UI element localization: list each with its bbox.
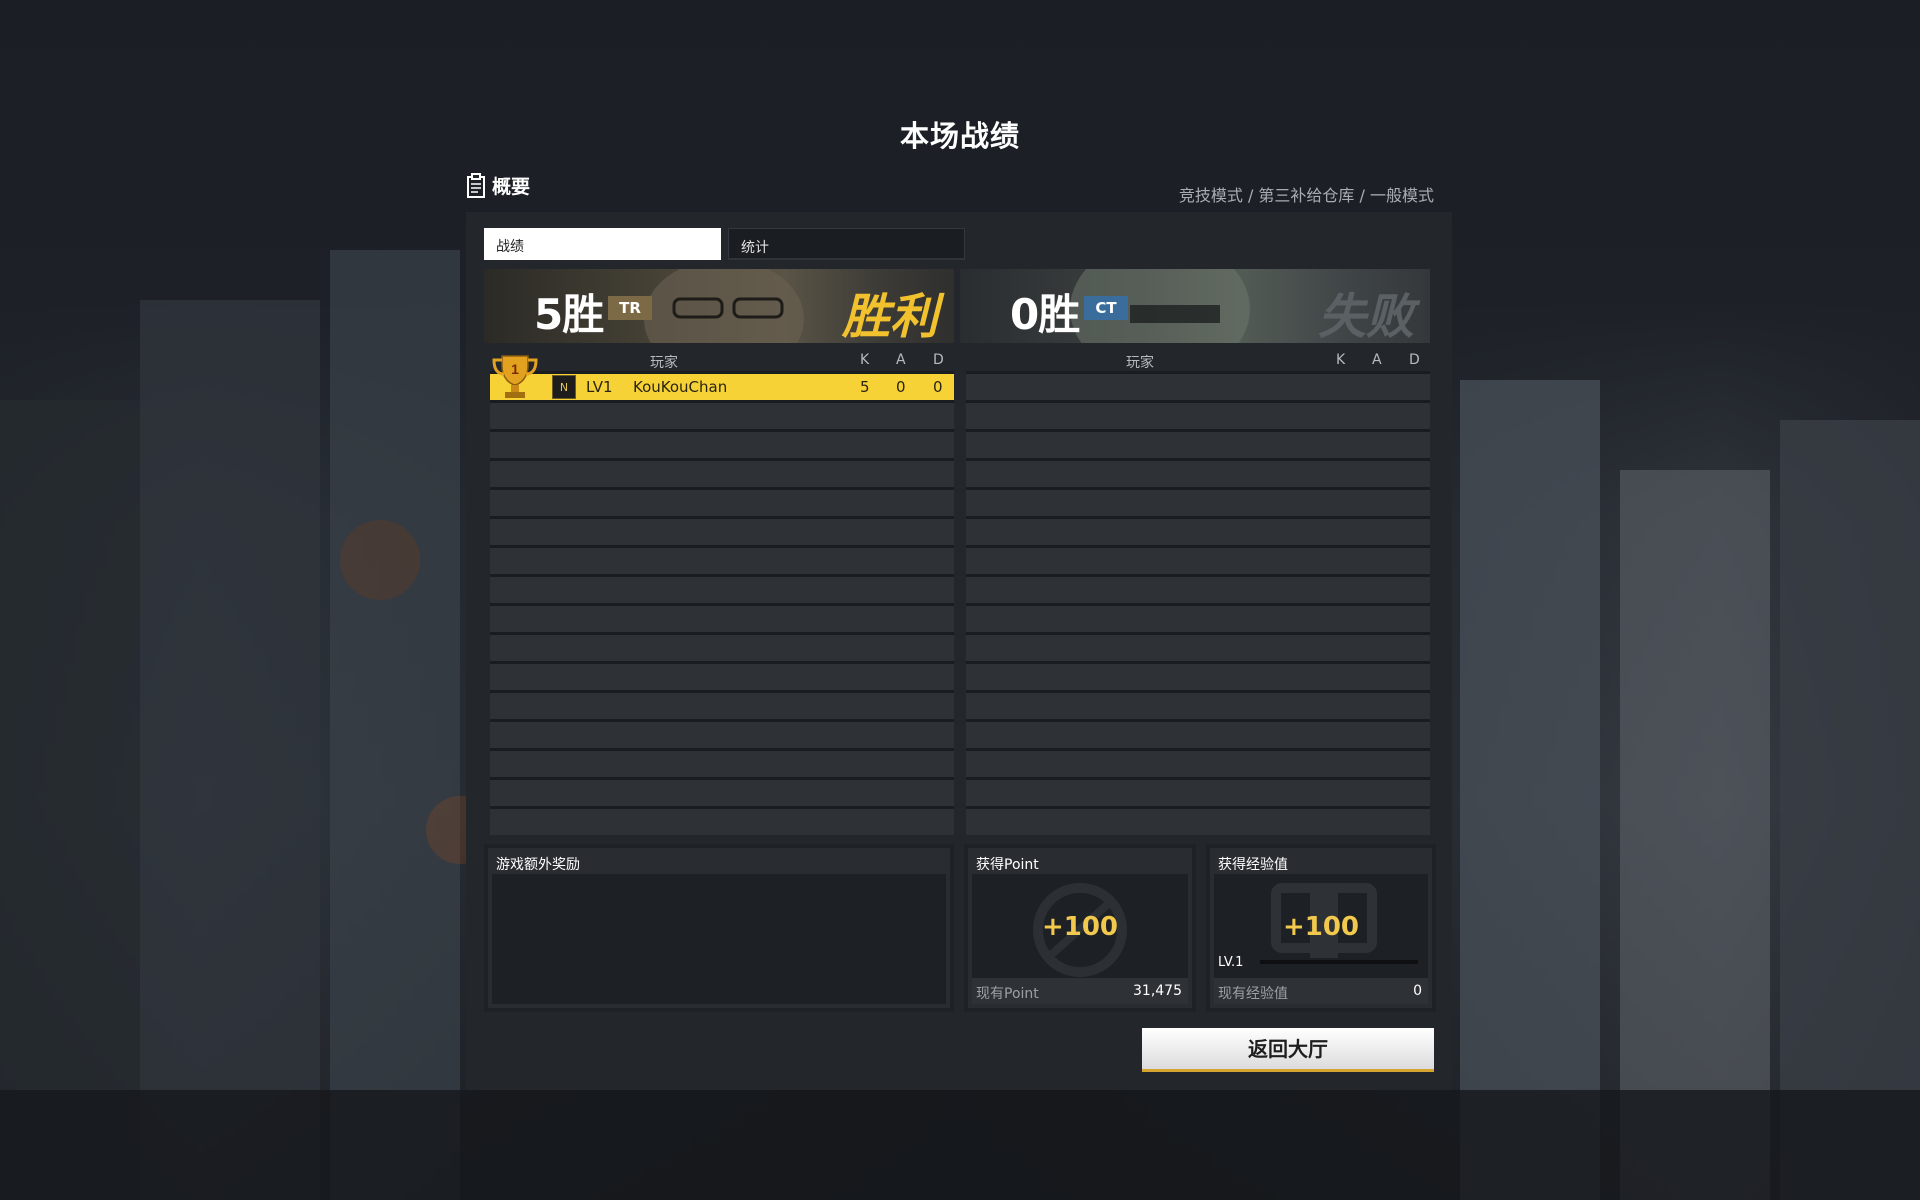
ct-wins: 0胜 [1010,290,1080,339]
mode-breadcrumb: 竞技模式 / 第三补给仓库 / 一般模式 [1178,186,1434,205]
col-deaths: D [1409,352,1420,368]
empty-slot [966,490,1430,516]
empty-slot [490,461,954,487]
empty-slot [490,432,954,458]
tab-record[interactable]: 战绩 [484,228,721,260]
ct-roster: 玩家 K A D [966,349,1430,838]
exp-current-row: 现有经验值 0 [1214,978,1428,1004]
summary-label: 概要 [492,176,531,198]
tab-statistics[interactable]: 统计 [728,228,965,260]
bonus-content [492,874,946,1004]
summary-heading: 概要 [466,172,530,199]
tr-team-banner: 5胜 TR 胜利 [484,269,954,343]
roster-header: 玩家 K A D [490,349,954,371]
empty-slot [490,490,954,516]
points-current-row: 现有Point 31,475 [972,978,1188,1004]
empty-slot [966,606,1430,632]
exp-title: 获得经验值 [1218,857,1288,873]
exp-gained: +100 [1282,912,1360,942]
trophy-rank: 1 [511,361,519,377]
empty-slot [966,664,1430,690]
tr-rows: 1 N LV1 KouKouChan 5 0 0 [490,355,954,835]
page-title: 本场战绩 [899,119,1020,153]
empty-slot [490,751,954,777]
tr-badge: TR [608,296,652,320]
player-row[interactable]: 1 N LV1 KouKouChan 5 0 0 [490,355,954,400]
empty-slot [966,461,1430,487]
player-kills: 5 [860,378,870,396]
bonus-box: 游戏额外奖励 [484,844,954,1012]
trophy-icon: 1 [492,355,538,398]
ct-team-banner: 0胜 CT 失败 [960,269,1430,343]
empty-slot [966,809,1430,835]
points-gained: +100 [1041,912,1119,942]
empty-slot [490,809,954,835]
empty-slot [966,432,1430,458]
empty-slot [490,722,954,748]
tr-roster: 玩家 K A D 1 N LV1 KouKouChan 5 0 0 [490,349,954,838]
empty-slot [966,751,1430,777]
return-lobby-button[interactable]: 返回大厅 [1142,1028,1434,1072]
roster-header: 玩家 K A D [966,349,1430,371]
empty-slot [490,693,954,719]
player-assists: 0 [896,378,906,396]
exp-box: 获得经验值 +100 LV.1 现有经验值 0 [1206,844,1436,1012]
points-content: +100 现有Point 31,475 [972,874,1188,1004]
empty-slot [966,635,1430,661]
points-current-value: 31,475 [1133,983,1182,999]
col-player: 玩家 [650,355,678,371]
exp-level: LV.1 [1218,955,1244,970]
empty-slot [966,403,1430,429]
empty-slot [490,780,954,806]
tr-result: 胜利 [841,289,938,343]
bonus-title: 游戏额外奖励 [496,857,580,873]
player-level: LV1 [586,378,613,396]
empty-slot [966,548,1430,574]
empty-slot [966,780,1430,806]
player-name: KouKouChan [633,378,728,396]
empty-slot [966,693,1430,719]
exp-content: +100 LV.1 现有经验值 0 [1214,874,1428,1004]
empty-slot [966,577,1430,603]
empty-slot [490,664,954,690]
ct-badge: CT [1084,296,1128,320]
col-assists: A [1372,352,1382,368]
empty-slot [490,519,954,545]
empty-slot [966,374,1430,400]
col-kills: K [860,352,870,368]
empty-slot [490,403,954,429]
rank-icon: N [552,375,576,399]
empty-slot [490,635,954,661]
empty-slot [490,577,954,603]
ct-result: 失败 [1317,289,1414,343]
col-assists: A [896,352,906,368]
ct-rows [966,371,1430,835]
points-title: 获得Point [976,857,1039,873]
empty-slot [490,606,954,632]
empty-slot [490,548,954,574]
exp-current-value: 0 [1413,983,1422,999]
empty-slot [966,519,1430,545]
player-deaths: 0 [933,378,943,396]
col-deaths: D [933,352,944,368]
col-kills: K [1336,352,1346,368]
tr-wins: 5胜 [534,290,604,339]
results-panel: 战绩 统计 5胜 TR 胜利 0胜 CT 失败 玩家 K A D 1 N LV1… [466,212,1452,1090]
clipboard-icon [467,172,485,198]
points-current-label: 现有Point [976,986,1039,1002]
exp-progress-bar [1260,960,1418,964]
col-player: 玩家 [1126,355,1154,371]
empty-slot [966,722,1430,748]
exp-current-label: 现有经验值 [1218,986,1288,1002]
points-box: 获得Point +100 现有Point 31,475 [964,844,1196,1012]
